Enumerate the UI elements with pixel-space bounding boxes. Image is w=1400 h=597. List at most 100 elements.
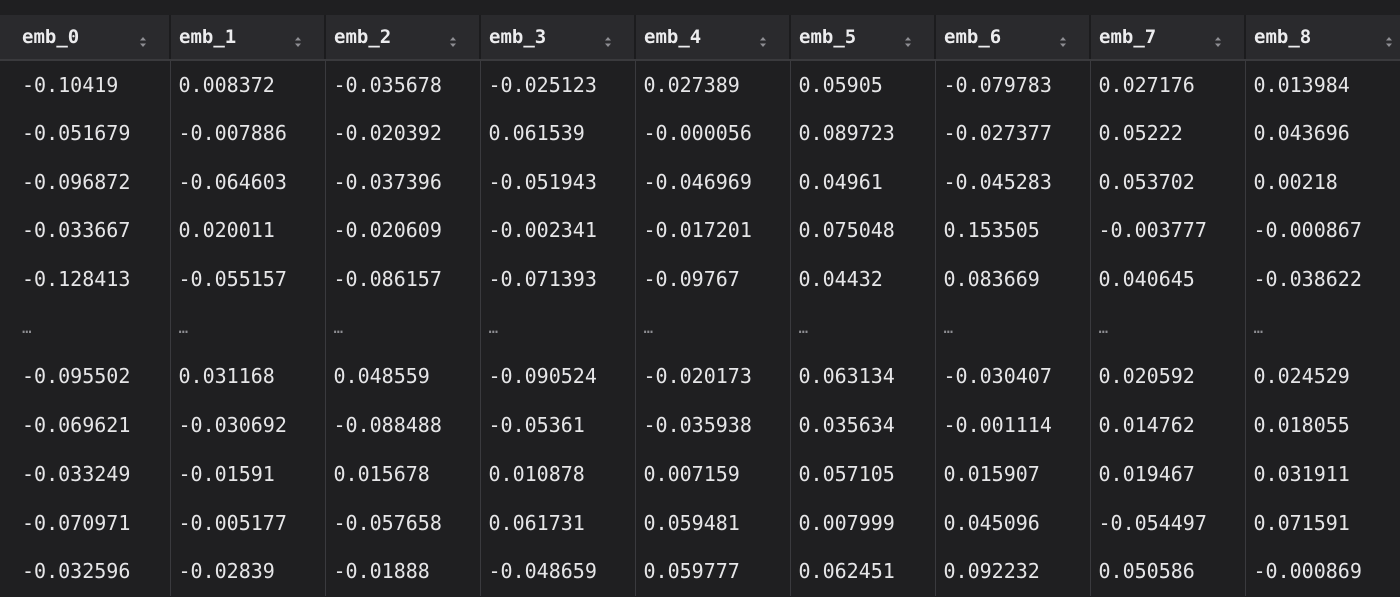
table-cell-emb-6: -0.030407 (934, 352, 1090, 401)
table-cell-emb-4: … (634, 303, 790, 353)
table-row: -0.033667 0.020011 -0.020609 -0.002341 -0.01… (0, 206, 1400, 255)
table-row: -0.033249 -0.01591 0.015678 0.010878 0.00715… (0, 449, 1400, 499)
table-row: -0.10419 0.008372 -0.035678 -0.025123 0.0273… (0, 60, 1400, 109)
table-cell-emb-8: 0.00218 (1244, 157, 1400, 207)
table-cell-emb-5: 0.062451 (789, 546, 935, 596)
table-cell-emb-0: -0.070971 (22, 510, 131, 535)
table-cell-emb-2: -0.086157 (324, 254, 480, 304)
table-cell-emb-8: -0.000869 (1244, 546, 1400, 596)
table-cell-emb-0: -0.051679 (22, 121, 131, 146)
sort-updown-icon[interactable] (759, 31, 767, 47)
table-cell-emb-6: 0.083669 (934, 254, 1090, 304)
table-cell-emb-8: 0.043696 (1244, 108, 1400, 158)
table-cell-emb-5: 0.063134 (789, 352, 935, 401)
table-cell-emb-3: -0.025123 (479, 60, 635, 109)
column-header-emb-6[interactable]: emb_6 (934, 15, 1090, 61)
table-cell-emb-3: … (479, 303, 635, 353)
table-cell-emb-2: 0.015678 (324, 449, 480, 499)
sort-updown-icon[interactable] (604, 31, 612, 47)
table-cell-emb-3: -0.090524 (479, 352, 635, 401)
table-cell-emb-4: -0.035938 (634, 400, 790, 450)
table-cell-emb-5: 0.035634 (789, 400, 935, 450)
column-header-emb-3[interactable]: emb_3 (479, 15, 635, 61)
table-cell-emb-2: -0.020392 (324, 108, 480, 158)
column-header-label: emb_0 (22, 26, 80, 48)
column-header-emb-1[interactable]: emb_1 (169, 15, 325, 61)
table-cell-emb-0: -0.128413 (22, 267, 131, 292)
embedding-table: emb_0 emb_1 emb_2 emb_3 emb_4 emb_5 emb_6 emb_7… (0, 15, 1400, 596)
table-row: -0.032596 -0.02839 -0.01888 -0.048659 0.0597… (0, 546, 1400, 596)
table-cell-emb-3: -0.002341 (479, 206, 635, 255)
table-row: -0.095502 0.031168 0.048559 -0.090524 -0.020… (0, 352, 1400, 401)
column-header-emb-4[interactable]: emb_4 (634, 15, 790, 61)
table-cell-emb-3: -0.051943 (479, 157, 635, 207)
table-cell-emb-1: -0.055157 (169, 254, 325, 304)
table-cell-emb-3: -0.048659 (479, 546, 635, 596)
table-cell-emb-8: 0.024529 (1244, 352, 1400, 401)
table-cell-emb-1: -0.01591 (169, 449, 325, 499)
table-cell-emb-5: 0.05905 (789, 60, 935, 109)
column-header-label: emb_2 (334, 26, 392, 48)
table-cell-emb-0: -0.032596 (22, 559, 131, 584)
column-header-emb-0[interactable]: emb_0 (0, 15, 170, 61)
table-cell-emb-5: 0.057105 (789, 449, 935, 499)
table-body: -0.10419 0.008372 -0.035678 -0.025123 0.0273… (0, 60, 1400, 596)
column-header-emb-7[interactable]: emb_7 (1089, 15, 1245, 61)
table-row: -0.069621 -0.030692 -0.088488 -0.05361 -0.03… (0, 400, 1400, 450)
table-cell-emb-1: -0.030692 (169, 400, 325, 450)
table-cell-emb-7: 0.050586 (1089, 546, 1245, 596)
table-cell-emb-3: 0.061731 (479, 498, 635, 547)
table-cell-emb-4: 0.059777 (634, 546, 790, 596)
table-cell-emb-4: 0.059481 (634, 498, 790, 547)
sort-updown-icon[interactable] (139, 31, 147, 47)
table-cell-emb-6: … (934, 303, 1090, 353)
table-cell-emb-4: -0.046969 (634, 157, 790, 207)
table-cell-emb-6: 0.092232 (934, 546, 1090, 596)
table-cell-emb-1: … (169, 303, 325, 353)
sort-updown-icon[interactable] (1385, 31, 1393, 47)
table-cell-emb-8: 0.013984 (1244, 60, 1400, 109)
table-cell-emb-7: 0.027176 (1089, 60, 1245, 109)
table-cell-emb-7: … (1089, 303, 1245, 353)
column-header-emb-8[interactable]: emb_8 (1244, 15, 1400, 61)
table-cell-emb-1: -0.064603 (169, 157, 325, 207)
table-cell-emb-0: -0.095502 (22, 364, 131, 389)
table-row: -0.128413 -0.055157 -0.086157 -0.071393 -0.0… (0, 254, 1400, 304)
sort-updown-icon[interactable] (1059, 31, 1067, 47)
table-cell-emb-5: 0.089723 (789, 108, 935, 158)
table-header: emb_0 emb_1 emb_2 emb_3 emb_4 emb_5 emb_6 emb_7… (0, 15, 1400, 61)
table-cell-emb-7: -0.054497 (1089, 498, 1245, 547)
table-cell-emb-5: … (789, 303, 935, 353)
column-header-label: emb_8 (1254, 26, 1312, 48)
table-cell-emb-8: 0.018055 (1244, 400, 1400, 450)
table-cell-emb-2: -0.01888 (324, 546, 480, 596)
sort-updown-icon[interactable] (904, 31, 912, 47)
sort-updown-icon[interactable] (294, 31, 302, 47)
column-header-emb-2[interactable]: emb_2 (324, 15, 480, 61)
table-cell-emb-4: -0.020173 (634, 352, 790, 401)
sort-updown-icon[interactable] (449, 31, 457, 47)
column-header-emb-5[interactable]: emb_5 (789, 15, 935, 61)
table-cell-emb-6: -0.027377 (934, 108, 1090, 158)
table-cell-emb-7: 0.019467 (1089, 449, 1245, 499)
table-cell-emb-0: -0.069621 (22, 413, 131, 438)
table-cell-emb-4: 0.007159 (634, 449, 790, 499)
table-cell-emb-6: -0.045283 (934, 157, 1090, 207)
dataframe-view: emb_0 emb_1 emb_2 emb_3 emb_4 emb_5 emb_6 emb_7… (0, 15, 1400, 597)
table-cell-emb-1: -0.005177 (169, 498, 325, 547)
column-header-label: emb_4 (644, 26, 702, 48)
table-cell-emb-1: 0.020011 (169, 206, 325, 255)
table-cell-emb-7: 0.053702 (1089, 157, 1245, 207)
table-cell-emb-7: 0.020592 (1089, 352, 1245, 401)
table-cell-emb-2: … (324, 303, 480, 353)
table-cell-emb-2: -0.057658 (324, 498, 480, 547)
column-header-label: emb_6 (944, 26, 1002, 48)
sort-updown-icon[interactable] (1214, 31, 1222, 47)
table-cell-emb-3: 0.061539 (479, 108, 635, 158)
table-cell-emb-2: 0.048559 (324, 352, 480, 401)
table-cell-emb-5: 0.007999 (789, 498, 935, 547)
table-cell-emb-3: -0.071393 (479, 254, 635, 304)
table-cell-emb-8: 0.071591 (1244, 498, 1400, 547)
column-header-label: emb_3 (489, 26, 547, 48)
table-cell-emb-8: 0.031911 (1244, 449, 1400, 499)
